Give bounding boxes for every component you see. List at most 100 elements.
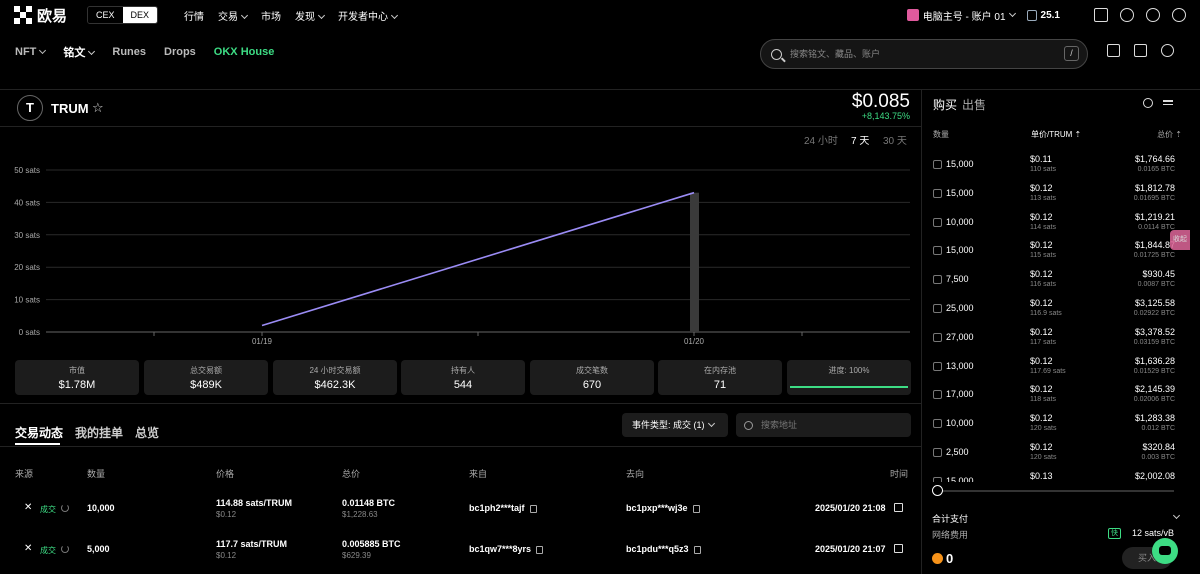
order-qty: 15,000: [946, 245, 974, 256]
order-price-sats: 116.9 sats: [1030, 310, 1062, 317]
order-price-sats: 110 sats: [1030, 166, 1056, 173]
order-checkbox[interactable]: [933, 160, 942, 169]
order-price: $0.12: [1030, 384, 1053, 395]
okx-source-icon: ✕: [24, 543, 33, 554]
order-total: $3,378.52: [1134, 326, 1175, 337]
order-row[interactable]: 10,000 $0.12 120 sats $1,283.38 0.012 BTC: [922, 409, 1184, 438]
order-row[interactable]: 25,000 $0.12 116.9 sats $3,125.58 0.02922 BT…: [922, 294, 1184, 323]
copy-icon[interactable]: [692, 504, 700, 513]
table-row[interactable]: ✕ 成交 10,000 114.88 sats/TRUM $0.12 0.01148 BT…: [0, 488, 920, 528]
order-qty: 15,000: [946, 187, 974, 198]
okx-source-icon: ✕: [24, 502, 33, 513]
from-address[interactable]: bc1ph2***tajf: [469, 503, 537, 513]
order-checkbox[interactable]: [933, 419, 942, 429]
side-collapse-tab[interactable]: 收起: [1170, 230, 1190, 250]
order-total: $3,125.58: [1134, 298, 1175, 308]
order-price: $0.12: [1030, 182, 1053, 193]
external-link-icon[interactable]: [894, 503, 903, 512]
network-fee-label: 网络费用: [932, 530, 969, 540]
order-checkbox[interactable]: [933, 217, 942, 227]
bitcoin-icon: [932, 553, 943, 564]
chat-icon: [1159, 546, 1171, 555]
network-fee-value[interactable]: 12 sats/vB: [1132, 528, 1174, 538]
trade-qty: 10,000: [87, 503, 115, 513]
order-qty: 2,500: [946, 447, 969, 457]
order-row[interactable]: 17,000 $0.12 118 sats $2,145.39 0.02006 BTC: [922, 380, 1184, 409]
order-checkbox[interactable]: [933, 275, 942, 285]
order-total: $930.45: [1142, 269, 1175, 280]
trade-qty: 5,000: [87, 544, 110, 554]
copy-icon[interactable]: [536, 545, 544, 554]
trade-total-usd: $1,228.63: [342, 510, 378, 519]
order-price: $0.12: [1030, 413, 1053, 424]
status-badge: 成交: [40, 505, 56, 514]
order-total-btc: 0.003 BTC: [1141, 454, 1175, 461]
order-total-btc: 0.01725 BTC: [1133, 252, 1175, 260]
order-total-btc: 0.01695 BTC: [1133, 194, 1175, 202]
order-qty: 15,000: [946, 475, 974, 482]
trade-price-usd: $0.12: [216, 510, 237, 519]
table-row[interactable]: ✕ 成交 5,000 117.7 sats/TRUM $0.12 0.005885 BTC…: [0, 529, 920, 569]
order-price: $0.12: [1030, 240, 1053, 251]
order-total: $1,219.21: [1134, 211, 1175, 222]
copy-icon[interactable]: [693, 545, 701, 554]
order-row[interactable]: 13,000 $0.12 117.69 sats $1,636.28 0.01529 B…: [922, 352, 1184, 381]
order-qty: 15,000: [946, 159, 974, 169]
order-price: $0.12: [1030, 211, 1053, 222]
external-link-icon[interactable]: [894, 544, 903, 553]
order-row[interactable]: 2,500 $0.12 120 sats $320.84 0.003 BTC: [922, 438, 1184, 467]
trade-price-usd: $0.12: [216, 551, 237, 560]
chevron-down-icon[interactable]: [1172, 511, 1181, 520]
quantity-slider-track[interactable]: [936, 490, 1174, 492]
order-total-btc: 0.0114 BTC: [1138, 223, 1175, 231]
pending-spinner-icon: [61, 545, 69, 553]
quantity-slider-knob[interactable]: [932, 485, 943, 496]
trade-total-usd: $629.39: [342, 551, 371, 560]
from-address[interactable]: bc1qw7***8yrs: [469, 544, 544, 554]
order-price-sats: 117.69 sats: [1030, 367, 1066, 375]
trade-time: 2025/01/20 21:07: [815, 544, 886, 554]
trade-price: 114.88 sats/TRUM: [216, 498, 293, 508]
trade-total: 0.01148 BTC: [342, 498, 396, 508]
to-address[interactable]: bc1pxp***wj3e: [626, 503, 700, 513]
order-checkbox[interactable]: [933, 246, 942, 256]
order-total-btc: 0.03159 BTC: [1133, 338, 1175, 346]
status-badge: 成交: [40, 546, 56, 555]
order-checkbox[interactable]: [933, 476, 942, 482]
orderbook-rows: 15,000 $0.11 110 sats $1,764.66 0.0165 BTC 15…: [0, 0, 1200, 482]
order-qty: 27,000: [946, 331, 974, 342]
order-total-btc: 0.0165 BTC: [1137, 166, 1175, 173]
order-checkbox[interactable]: [933, 304, 942, 313]
order-checkbox[interactable]: [933, 390, 942, 400]
order-row[interactable]: 10,000 $0.12 114 sats $1,219.21 0.0114 BTC: [922, 208, 1184, 237]
order-checkbox[interactable]: [933, 448, 942, 457]
order-price: $0.12: [1030, 298, 1053, 308]
order-row[interactable]: 15,000 $0.13 $2,002.08: [922, 467, 1184, 482]
order-row[interactable]: 7,500 $0.12 116 sats $930.45 0.0087 BTC: [922, 265, 1184, 294]
order-total: $320.84: [1142, 442, 1175, 452]
order-total-btc: 0.02922 BTC: [1133, 310, 1175, 317]
chat-support-button[interactable]: [1152, 538, 1178, 564]
order-total-btc: 0.01529 BTC: [1133, 367, 1175, 375]
order-qty: 10,000: [946, 216, 974, 227]
order-total: $1,844.87: [1134, 240, 1175, 251]
order-row[interactable]: 15,000 $0.12 113 sats $1,812.78 0.01695 BTC: [922, 179, 1184, 208]
order-total: $2,145.39: [1134, 384, 1175, 395]
order-price-sats: 118 sats: [1030, 396, 1056, 404]
order-price-sats: 120 sats: [1030, 425, 1057, 433]
order-row[interactable]: 15,000 $0.12 115 sats $1,844.87 0.01725 BTC: [922, 236, 1184, 265]
order-checkbox[interactable]: [933, 332, 942, 342]
order-qty: 25,000: [946, 303, 974, 313]
order-total-btc: 0.012 BTC: [1141, 425, 1175, 433]
order-total: $1,764.66: [1134, 154, 1175, 164]
order-total-btc: 0.0087 BTC: [1137, 281, 1175, 289]
copy-icon[interactable]: [529, 504, 537, 513]
order-total: $1,812.78: [1134, 182, 1175, 193]
order-row[interactable]: 27,000 $0.12 117 sats $3,378.52 0.03159 BTC: [922, 323, 1184, 352]
to-address[interactable]: bc1pdu***q5z3: [626, 544, 701, 554]
trade-total: 0.005885 BTC: [342, 539, 401, 549]
order-row[interactable]: 15,000 $0.11 110 sats $1,764.66 0.0165 BTC: [922, 150, 1184, 179]
order-checkbox[interactable]: [933, 361, 942, 371]
order-checkbox[interactable]: [933, 188, 942, 198]
order-qty: 13,000: [946, 360, 974, 371]
